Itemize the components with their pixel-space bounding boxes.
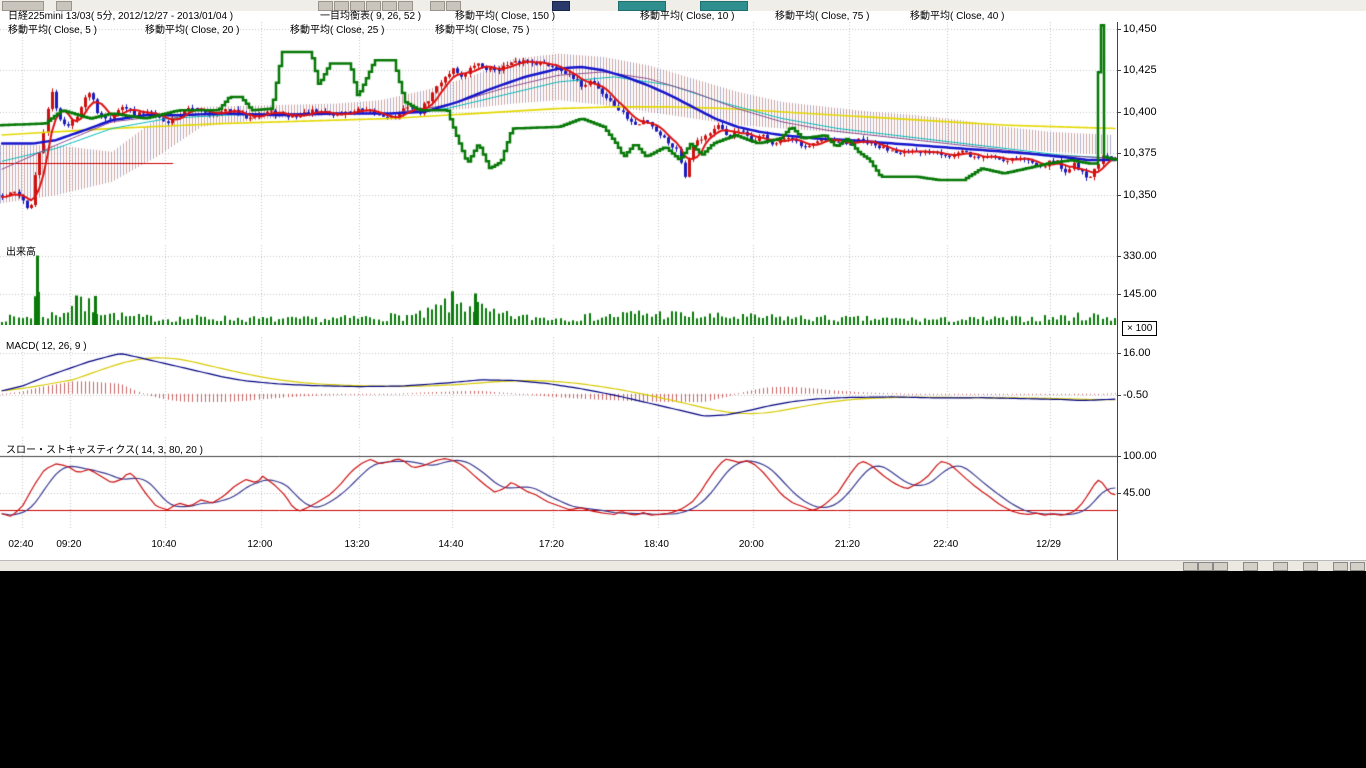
- macd-pane-label: MACD( 12, 26, 9 ): [6, 341, 87, 352]
- legend-ma20: 移動平均( Close, 20 ): [145, 25, 239, 36]
- toolbar-button-fragment[interactable]: [382, 1, 397, 11]
- scrollbar-button[interactable]: [1273, 562, 1288, 571]
- price-pane-canvas[interactable]: [0, 22, 1117, 240]
- legend-ma150: 移動平均( Close, 150 ): [455, 11, 555, 22]
- y-axis-label: 45.00: [1123, 487, 1151, 499]
- time-axis-label: 13:20: [345, 539, 370, 550]
- axis-tick: [1117, 256, 1121, 257]
- legend-ma5: 移動平均( Close, 5 ): [8, 25, 97, 36]
- y-axis-line: [1117, 22, 1118, 560]
- toolbar-button-fragment[interactable]: [350, 1, 365, 11]
- toolbar-button-fragment[interactable]: [552, 1, 570, 11]
- scrollbar-button[interactable]: [1183, 562, 1198, 571]
- toolbar-button-fragment[interactable]: [700, 1, 748, 11]
- toolbar-button-fragment[interactable]: [366, 1, 381, 11]
- y-axis-label: 100.00: [1123, 450, 1157, 462]
- bottom-scrollbar[interactable]: [0, 560, 1366, 571]
- toolbar-button-fragment[interactable]: [446, 1, 461, 11]
- y-axis-label: -0.50: [1123, 389, 1148, 401]
- scrollbar-button[interactable]: [1350, 562, 1365, 571]
- multiplier-badge: × 100: [1122, 321, 1157, 336]
- legend-ma40: 移動平均( Close, 40 ): [910, 11, 1004, 22]
- time-axis-label: 22:40: [933, 539, 958, 550]
- chart-area: 移動平均( Close, 5 ) 移動平均( Close, 20 ) 移動平均(…: [0, 22, 1366, 561]
- time-axis-label: 20:00: [739, 539, 764, 550]
- y-axis-label: 10,350: [1123, 189, 1157, 201]
- toolbar-button-fragment[interactable]: [56, 1, 72, 11]
- legend-ma10: 移動平均( Close, 10 ): [640, 11, 734, 22]
- y-axis-label: 10,450: [1123, 23, 1157, 35]
- time-axis-label: 09:20: [56, 539, 81, 550]
- toolbar-button-fragment[interactable]: [618, 1, 666, 11]
- y-axis-label: 330.00: [1123, 250, 1157, 262]
- legend-ichimoku: 一目均衡表( 9, 26, 52 ): [320, 11, 421, 22]
- axis-tick: [1117, 112, 1121, 113]
- time-axis-label: 12:00: [247, 539, 272, 550]
- toolbar-button-fragment[interactable]: [318, 1, 333, 11]
- axis-tick: [1117, 153, 1121, 154]
- time-axis: 02:40 09:20 10:40 12:00 13:20 14:40 17:20 18:40…: [0, 539, 1130, 553]
- axis-tick: [1117, 456, 1121, 457]
- y-axis-label: 10,375: [1123, 147, 1157, 159]
- scrollbar-button[interactable]: [1198, 562, 1213, 571]
- time-axis-label: 10:40: [151, 539, 176, 550]
- y-axis-label: 145.00: [1123, 288, 1157, 300]
- axis-tick: [1117, 395, 1121, 396]
- axis-tick: [1117, 493, 1121, 494]
- time-axis-label: 12/29: [1036, 539, 1061, 550]
- scrollbar-button[interactable]: [1303, 562, 1318, 571]
- toolbar-button-fragment[interactable]: [334, 1, 349, 11]
- macd-pane-canvas[interactable]: [0, 337, 1117, 430]
- scrollbar-button[interactable]: [1243, 562, 1258, 571]
- chart-window: 日経225mini 13/03( 5分, 2012/12/27 - 2013/0…: [0, 0, 1366, 570]
- legend-symbol-period: 日経225mini 13/03( 5分, 2012/12/27 - 2013/0…: [8, 11, 233, 22]
- y-axis-label: 16.00: [1123, 347, 1151, 359]
- stochastics-pane-label: スロー・ストキャスティクス( 14, 3, 80, 20 ): [6, 441, 203, 456]
- axis-tick: [1117, 29, 1121, 30]
- time-axis-label: 02:40: [8, 539, 33, 550]
- time-axis-label: 14:40: [438, 539, 463, 550]
- legend-ma75b: 移動平均( Close, 75 ): [435, 25, 529, 36]
- scrollbar-button[interactable]: [1213, 562, 1228, 571]
- volume-pane-canvas[interactable]: [0, 245, 1117, 325]
- volume-pane-label: 出来高: [6, 243, 36, 258]
- toolbar-button-fragment[interactable]: [2, 1, 44, 11]
- legend-ma25: 移動平均( Close, 25 ): [290, 25, 384, 36]
- screen: { "legend_row1": { "items": [ "日経225mini…: [0, 0, 1366, 768]
- scrollbar-button[interactable]: [1333, 562, 1348, 571]
- axis-tick: [1117, 70, 1121, 71]
- time-axis-label: 17:20: [539, 539, 564, 550]
- axis-tick: [1117, 195, 1121, 196]
- toolbar-button-fragment[interactable]: [398, 1, 413, 11]
- axis-tick: [1117, 353, 1121, 354]
- y-axis-label: 10,400: [1123, 106, 1157, 118]
- y-axis-label: 10,425: [1123, 64, 1157, 76]
- legend-ma75: 移動平均( Close, 75 ): [775, 11, 869, 22]
- toolbar-button-fragment[interactable]: [430, 1, 445, 11]
- time-axis-label: 18:40: [644, 539, 669, 550]
- time-axis-label: 21:20: [835, 539, 860, 550]
- indicator-legend-row-1: 日経225mini 13/03( 5分, 2012/12/27 - 2013/0…: [0, 11, 1366, 22]
- axis-tick: [1117, 294, 1121, 295]
